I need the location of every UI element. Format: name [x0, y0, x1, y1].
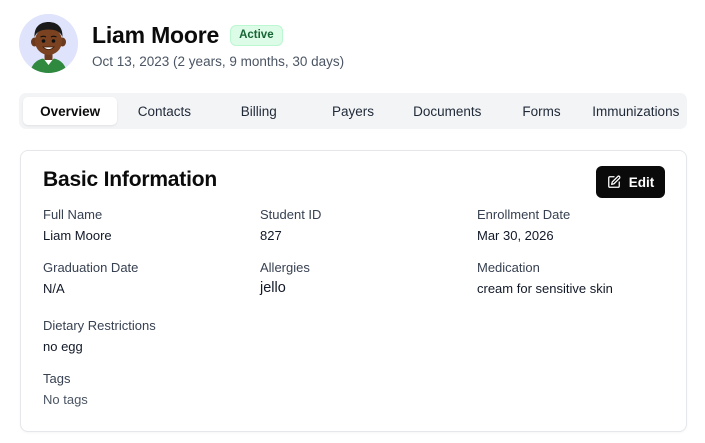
field-value: 827	[260, 228, 282, 243]
profile-header-text: Liam Moore Active Oct 13, 2023 (2 years,…	[92, 17, 345, 70]
field-value: No tags	[43, 392, 88, 407]
field-value: Mar 30, 2026	[477, 228, 554, 243]
avatar-illustration	[19, 13, 78, 73]
field-label: Graduation Date	[43, 260, 139, 275]
edit-button-label: Edit	[628, 174, 655, 190]
field-graduation-date: Graduation Date N/A	[43, 260, 138, 296]
basic-information-card: Basic Information Edit Full Name Liam Mo…	[20, 150, 687, 432]
field-value: no egg	[43, 339, 83, 354]
field-label: Student ID	[260, 207, 322, 222]
date-line: Oct 13, 2023 (2 years, 9 months, 30 days…	[92, 54, 345, 69]
field-medication: Medication cream for sensitive skin	[477, 260, 613, 296]
student-name: Liam Moore	[92, 21, 220, 48]
field-value: cream for sensitive skin	[477, 281, 613, 296]
field-dietary-restrictions: Dietary Restrictions no egg	[43, 318, 156, 354]
tab-payers[interactable]: Payers	[306, 97, 400, 125]
tab-overview[interactable]: Overview	[23, 97, 118, 125]
tab-billing[interactable]: Billing	[212, 97, 306, 125]
field-label: Allergies	[260, 260, 310, 275]
tab-documents[interactable]: Documents	[400, 97, 494, 125]
field-value: jello	[260, 280, 286, 296]
profile-header: Liam Moore Active Oct 13, 2023 (2 years,…	[19, 13, 344, 73]
name-row: Liam Moore Active	[92, 17, 344, 53]
tab-bar: Overview Contacts Billing Payers Documen…	[19, 93, 687, 129]
card-title: Basic Information	[43, 168, 217, 191]
tab-forms[interactable]: Forms	[494, 97, 588, 125]
edit-button[interactable]: Edit	[596, 166, 665, 198]
field-tags: Tags No tags	[43, 371, 88, 407]
field-label: Dietary Restrictions	[43, 318, 156, 333]
field-value: Liam Moore	[43, 228, 112, 243]
field-full-name: Full Name Liam Moore	[43, 207, 112, 243]
field-label: Tags	[43, 371, 71, 386]
field-label: Enrollment Date	[477, 207, 571, 222]
field-enrollment-date: Enrollment Date Mar 30, 2026	[477, 207, 570, 243]
tab-immunizations[interactable]: Immunizations	[589, 97, 683, 125]
field-label: Medication	[477, 260, 540, 275]
status-badge: Active	[230, 24, 283, 46]
tab-contacts[interactable]: Contacts	[117, 97, 211, 125]
field-value: N/A	[43, 281, 65, 296]
field-student-id: Student ID 827	[260, 207, 321, 243]
avatar	[19, 13, 78, 73]
field-allergies: Allergies jello	[260, 260, 310, 296]
field-label: Full Name	[43, 207, 103, 222]
pencil-square-icon	[607, 175, 621, 188]
